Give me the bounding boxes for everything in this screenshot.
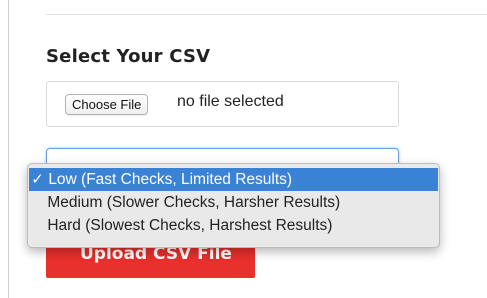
option-label: Medium (Slower Checks, Harsher Results) [47,194,341,211]
file-input-container: Choose File no file selected [46,81,399,127]
option-hard[interactable]: Hard (Slowest Checks, Harshest Results) [28,214,439,237]
checkmark-icon: ✓ [31,171,44,188]
option-low[interactable]: ✓ Low (Fast Checks, Limited Results) [29,168,438,191]
option-medium[interactable]: Medium (Slower Checks, Harsher Results) [28,191,439,214]
file-status-text: no file selected [177,93,284,110]
choose-file-button[interactable]: Choose File [65,94,149,115]
option-label: Hard (Slowest Checks, Harshest Results) [47,217,333,234]
top-divider [46,14,487,15]
difficulty-dropdown-menu: ✓ Low (Fast Checks, Limited Results) Med… [27,163,440,248]
section-title: Select Your CSV [46,46,211,67]
option-label: Low (Fast Checks, Limited Results) [48,171,293,188]
